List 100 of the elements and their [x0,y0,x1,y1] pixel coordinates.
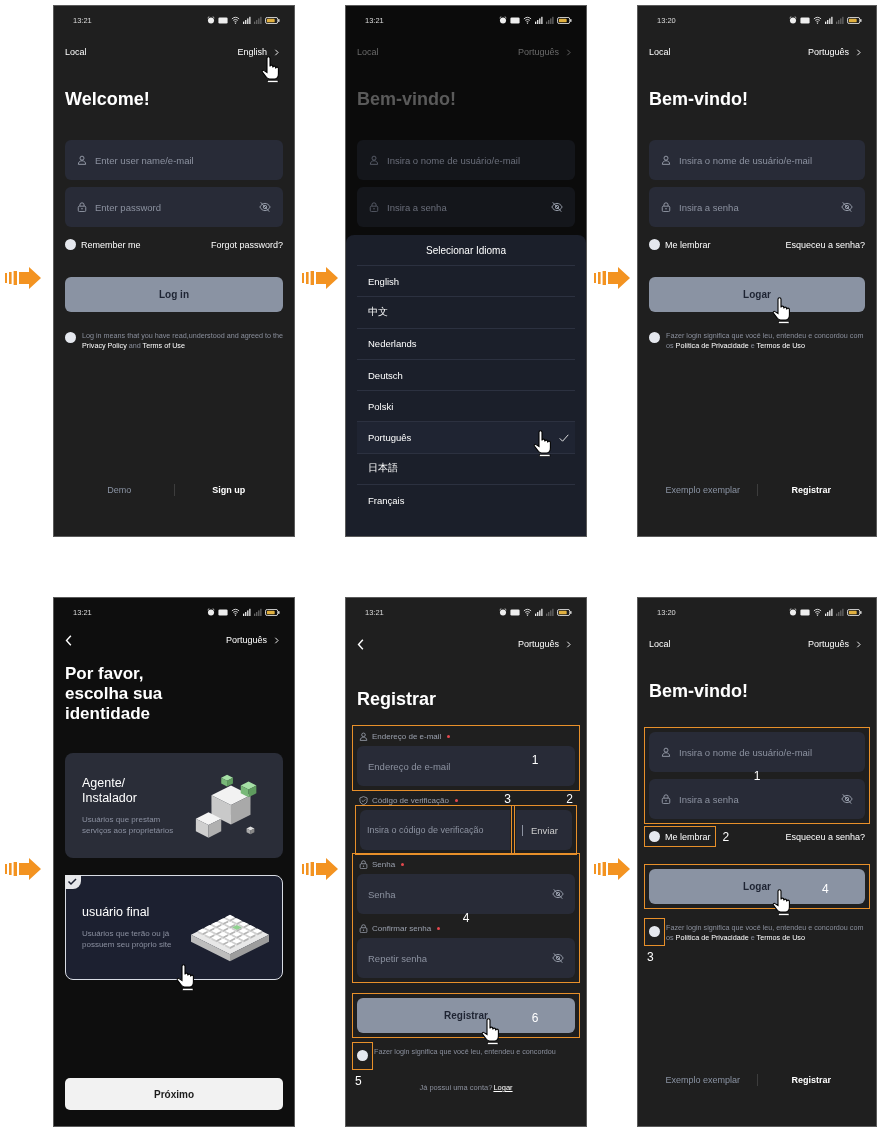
language-selector[interactable]: Português [807,639,865,649]
login-button[interactable]: Log in [65,277,283,312]
region-label[interactable]: Local [649,639,671,649]
signal-icon [546,608,554,616]
wifi-icon [523,608,532,616]
footer-link[interactable]: Registrar [757,1075,865,1085]
alarm-clock-icon [499,608,507,616]
back-icon [65,634,72,646]
footer-link[interactable]: Exemplo exemplar [649,485,757,495]
identity-card[interactable]: usuário final Usuários que terão ou já possuem seu próprio site [65,875,283,980]
language-option[interactable]: Nederlands [357,327,575,359]
eye-slash-icon [841,793,853,805]
field-label: Código de verificação [372,795,449,805]
language-option[interactable]: 日本語 [357,452,575,485]
login-button[interactable]: Logar [649,277,865,312]
language-selector[interactable]: Português [517,639,575,649]
chevron-right-icon [856,640,861,648]
lock-icon [359,923,368,933]
user-icon [661,747,671,757]
forgot-password-link[interactable]: Esqueceu a senha? [785,239,865,250]
password-field[interactable]: Senha [357,874,575,914]
code-field[interactable]: Insira o código de verificação [360,810,510,850]
wifi-icon [231,608,240,616]
eye-slash-icon [259,201,271,213]
signal-icon [243,608,251,616]
step-number: 3 [647,951,654,963]
signal-icon [836,16,844,24]
user-icon [359,731,368,741]
signal-icon [825,16,833,24]
arrow-icon [302,858,338,880]
agreement-checkbox[interactable] [65,332,76,343]
wifi-icon [523,16,532,24]
language-selector[interactable]: English [237,47,283,57]
language-option[interactable]: Français [357,484,575,516]
wifi-icon [813,16,822,24]
lock-icon [359,859,368,869]
remember-checkbox[interactable] [649,831,660,842]
signal-icon [825,608,833,616]
alarm-clock-icon [789,16,797,24]
step-number: 2 [566,793,573,805]
language-selector[interactable]: Português [225,635,283,645]
region-label[interactable]: Local [649,47,671,57]
lock-icon [661,202,671,212]
language-option[interactable]: Deutsch [357,358,575,391]
agreement-checkbox[interactable] [649,926,660,937]
checkbox-label: Me lembrar [665,239,711,250]
password-field[interactable]: Insira a senha [357,187,575,227]
language-selector[interactable]: Português [807,47,865,57]
lock-icon [369,202,379,212]
username-field[interactable]: Insira o nome de usuário/e-mail [649,140,865,180]
region-label[interactable]: Local [357,47,379,57]
card-title: usuário final [82,905,151,920]
footer-link[interactable]: Sign up [174,485,283,495]
user-icon [77,155,87,165]
agreement-checkbox[interactable] [357,1050,368,1061]
language-selector[interactable]: Português [517,47,575,57]
next-button[interactable]: Próximo [65,1078,283,1110]
footer-link[interactable]: Demo [65,485,174,495]
signal-icon [254,16,262,24]
password-field[interactable]: Enter password [65,187,283,227]
password-field[interactable]: Insira a senha [649,779,865,819]
field-label: Senha [372,859,396,869]
language-option[interactable]: 中文 [357,296,575,328]
step-number: 4 [462,912,470,924]
password-field[interactable]: Insira a senha [649,187,865,227]
send-code-button[interactable]: Enviar [516,810,572,850]
field-label: Endereço de e-mail [372,731,442,741]
username-field[interactable]: Insira o nome de usuário/e-mail [649,732,865,772]
chevron-right-icon [274,48,279,56]
password-field[interactable]: Repetir senha [357,938,575,978]
battery-icon [557,608,572,616]
username-field[interactable]: Enter user name/e-mail [65,140,283,180]
screen-title: Registrar [357,688,438,710]
battery-icon [847,16,862,24]
arrow-icon [5,267,41,289]
signal-icon [535,608,543,616]
back-button[interactable] [65,634,72,646]
region-label[interactable]: Local [65,47,87,57]
language-option[interactable]: English [357,265,575,297]
language-option[interactable]: Português [357,421,575,453]
step-number: 1 [531,754,539,767]
chevron-right-icon [274,636,279,644]
username-field[interactable]: Insira o nome de usuário/e-mail [357,140,575,180]
identity-card[interactable]: Agente/ Instalador Usuários que prestam serviços aos proprietários [65,753,283,858]
forgot-password-link[interactable]: Forgot password? [210,239,283,250]
remember-checkbox[interactable] [649,239,660,250]
chevron-right-icon [566,640,571,648]
card-description: Usuários que terão ou já possuem seu próprio site [82,928,173,950]
footer-link[interactable]: Exemplo exemplar [649,1075,757,1085]
battery-icon [265,608,280,616]
eye-slash-icon [552,888,564,900]
arrow-icon [594,858,630,880]
screen-title: Bem-vindo! [649,88,749,110]
check-icon [559,433,569,442]
back-button[interactable] [357,638,364,650]
footer-link[interactable]: Registrar [757,485,865,495]
agreement-checkbox[interactable] [649,332,660,343]
chevron-right-icon [566,48,571,56]
remember-checkbox[interactable] [65,239,76,250]
forgot-password-link[interactable]: Esqueceu a senha? [785,831,865,842]
